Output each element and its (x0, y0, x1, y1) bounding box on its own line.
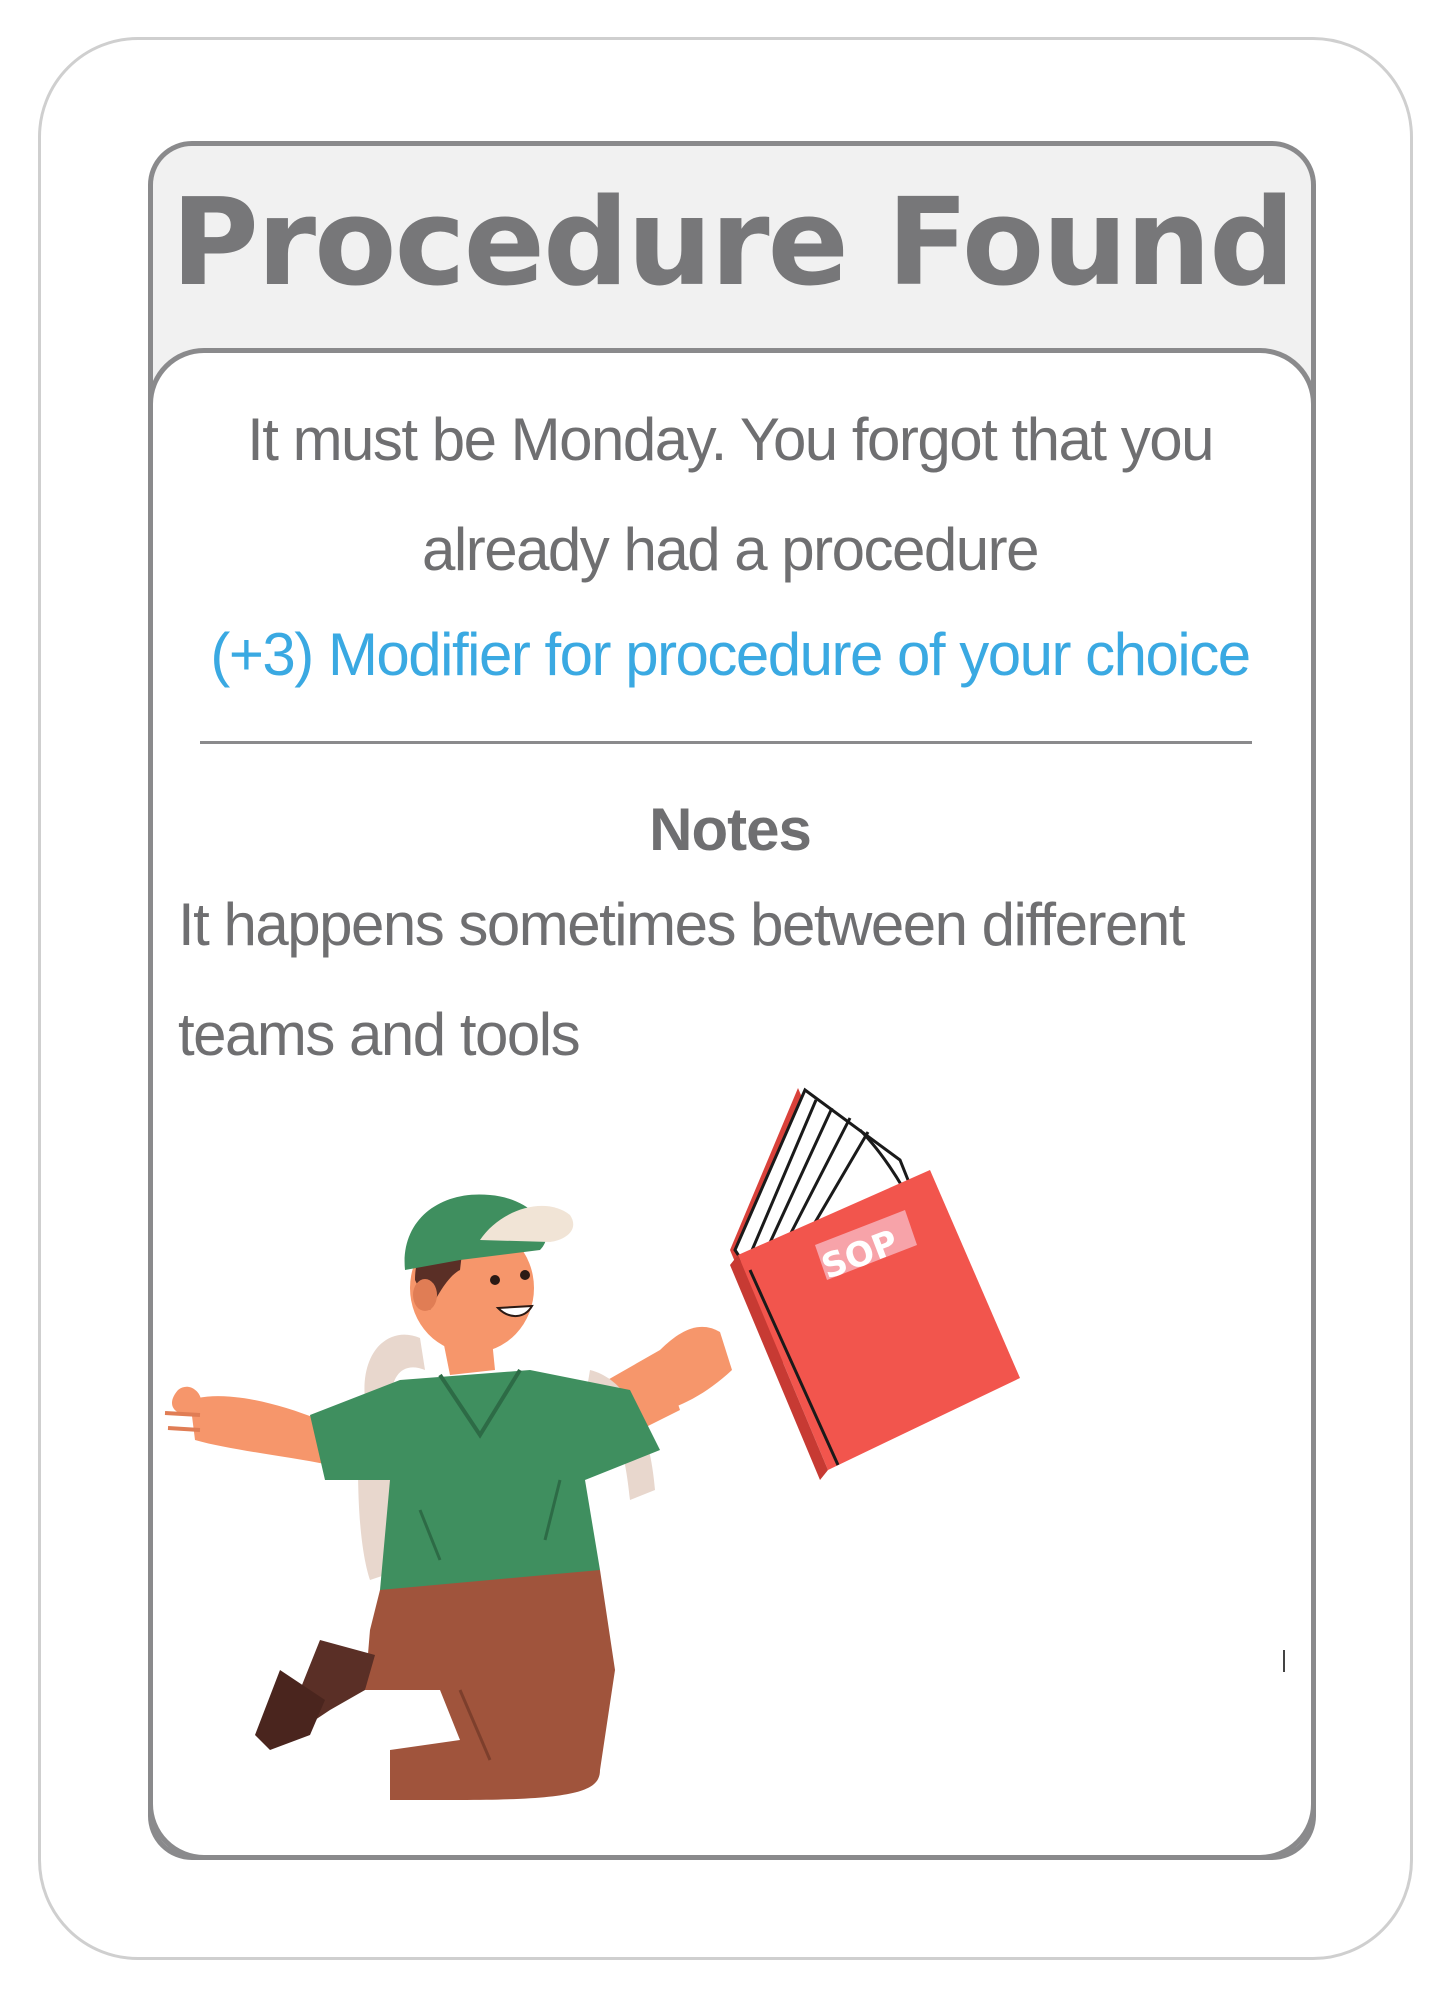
person-figure (164, 1194, 732, 1800)
notes-heading: Notes (649, 796, 812, 863)
stray-mark (1283, 1650, 1285, 1672)
divider (200, 741, 1252, 744)
sop-book-icon: SOP (730, 1087, 1020, 1480)
person-with-book-illustration: SOP (164, 1087, 1020, 1800)
card-title: Procedure Found (170, 173, 1295, 313)
notes-text: It happens sometimes between different t… (178, 891, 1185, 1068)
title-bar: Procedure Found (155, 148, 1309, 348)
card-description: It must be Monday. You forgot that you a… (247, 406, 1214, 583)
card-modifier: (+3) Modifier for procedure of your choi… (210, 621, 1251, 688)
